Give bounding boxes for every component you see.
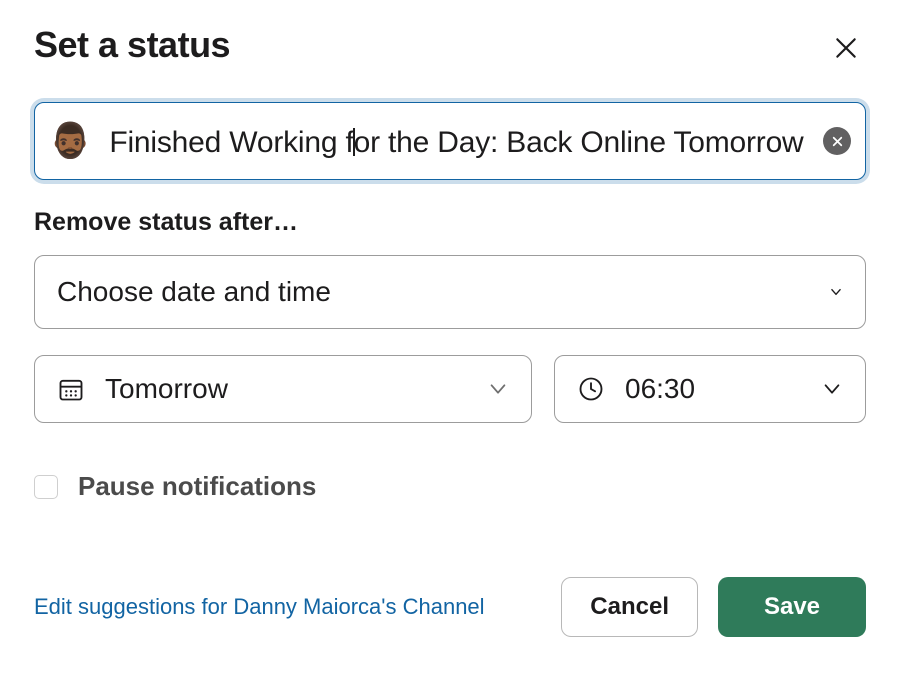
- dialog-footer: Edit suggestions for Danny Maiorca's Cha…: [34, 577, 866, 637]
- text-caret: [353, 128, 355, 156]
- remove-after-select[interactable]: Choose date and time: [34, 255, 866, 329]
- clock-icon: [577, 375, 605, 403]
- time-value: 06:30: [625, 373, 821, 405]
- calendar-icon: [57, 375, 85, 403]
- clear-status-button[interactable]: [823, 127, 851, 155]
- footer-buttons: Cancel Save: [561, 577, 866, 637]
- dialog-title: Set a status: [34, 24, 230, 66]
- remove-after-value: Choose date and time: [57, 276, 829, 308]
- status-input[interactable]: 🧔🏾‍♂️ Finished Working for the Day: Back…: [34, 102, 866, 180]
- save-button[interactable]: Save: [718, 577, 866, 637]
- pause-notifications-checkbox[interactable]: [34, 475, 58, 499]
- remove-after-label: Remove status after…: [34, 208, 866, 237]
- set-status-dialog: Set a status 🧔🏾‍♂️ Finished Working for …: [0, 0, 900, 673]
- pause-notifications-row: Pause notifications: [34, 471, 866, 502]
- pause-notifications-label: Pause notifications: [78, 471, 316, 502]
- date-time-row: Tomorrow 06:30: [34, 355, 866, 423]
- cancel-button[interactable]: Cancel: [561, 577, 698, 637]
- x-icon: [831, 135, 844, 148]
- dialog-header: Set a status: [34, 22, 866, 68]
- time-select[interactable]: 06:30: [554, 355, 866, 423]
- close-button[interactable]: [826, 28, 866, 68]
- edit-suggestions-link[interactable]: Edit suggestions for Danny Maiorca's Cha…: [34, 594, 485, 620]
- status-text-value: Finished Working for the Day: Back Onlin…: [109, 126, 813, 159]
- status-emoji-picker[interactable]: 🧔🏾‍♂️: [49, 124, 91, 158]
- close-icon: [833, 35, 859, 61]
- chevron-down-icon: [829, 285, 843, 299]
- status-text-field[interactable]: Finished Working for the Day: Back Onlin…: [109, 122, 813, 160]
- date-select[interactable]: Tomorrow: [34, 355, 532, 423]
- chevron-down-icon: [821, 378, 843, 400]
- date-value: Tomorrow: [105, 373, 487, 405]
- chevron-down-icon: [487, 378, 509, 400]
